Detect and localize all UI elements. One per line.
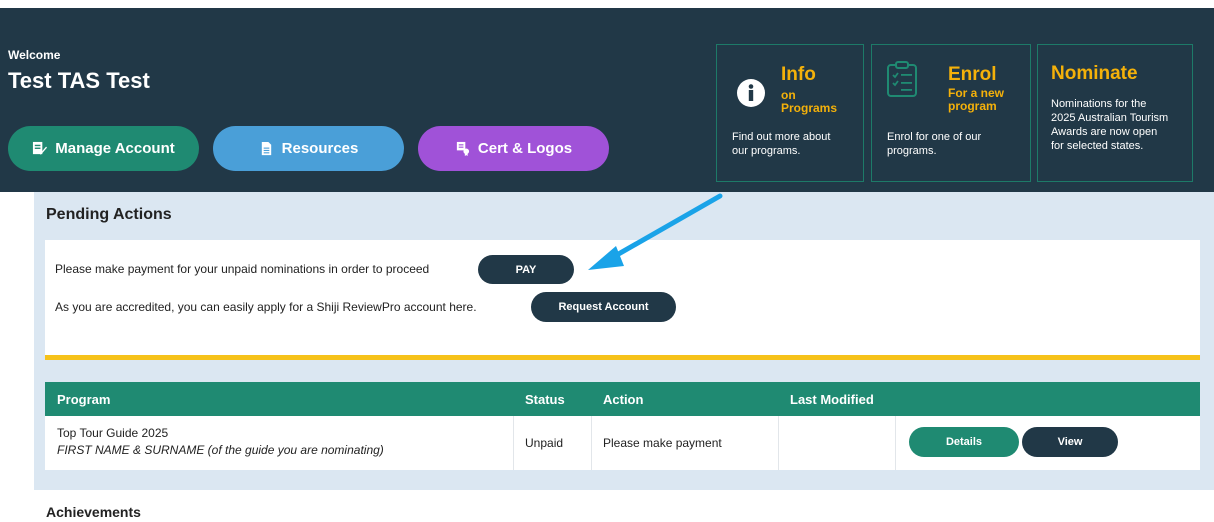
welcome-label: Welcome: [8, 48, 61, 62]
nominate-card[interactable]: Nominate Nominations for the 2025 Austra…: [1037, 44, 1193, 182]
enrol-card-desc-1: Enrol for one of our: [887, 131, 982, 143]
action-value: Please make payment: [603, 436, 722, 450]
payment-message: Please make payment for your unpaid nomi…: [55, 262, 430, 276]
cert-logos-button[interactable]: Cert & Logos: [418, 126, 609, 171]
cert-logos-label: Cert & Logos: [477, 140, 573, 157]
nominate-card-desc-3: Awards are now open: [1051, 126, 1158, 138]
cell-divider: [591, 416, 592, 470]
resources-label: Resources: [281, 140, 359, 157]
pending-actions-bar: [45, 355, 1200, 360]
manage-account-button[interactable]: Manage Account: [8, 126, 199, 171]
info-card[interactable]: Info on Programs Find out more about our…: [716, 44, 864, 182]
column-status: Status: [525, 392, 565, 407]
program-name: Top Tour Guide 2025: [57, 426, 169, 440]
edit-icon: [33, 141, 48, 155]
column-action: Action: [603, 392, 644, 407]
cell-divider: [895, 416, 896, 470]
info-card-subtitle-2: Programs: [781, 101, 838, 115]
document-icon: [261, 141, 271, 156]
manage-account-label: Manage Account: [55, 140, 175, 157]
annotation-arrow-icon: [588, 193, 723, 270]
nominate-card-title: Nominate: [1051, 63, 1138, 84]
user-name: Test TAS Test: [8, 68, 150, 93]
column-program: Program: [57, 392, 111, 407]
info-card-title: Info: [781, 64, 816, 85]
nominate-card-desc-1: Nominations for the: [1051, 98, 1147, 110]
pending-actions-title: Pending Actions: [46, 206, 172, 223]
enrol-card-subtitle-2: program: [948, 99, 997, 113]
top-strip: [0, 0, 1214, 8]
enrol-card-title: Enrol: [948, 64, 997, 85]
nominate-card-desc-2: 2025 Australian Tourism: [1051, 112, 1169, 124]
column-last-modified: Last Modified: [790, 392, 874, 407]
certificate-icon: [456, 141, 469, 156]
pay-button[interactable]: PAY: [478, 255, 574, 284]
clipboard-checklist-icon: [887, 61, 917, 97]
accredited-message: As you are accredited, you can easily ap…: [55, 300, 477, 314]
view-button[interactable]: View: [1022, 427, 1118, 457]
resources-button[interactable]: Resources: [213, 126, 404, 171]
info-card-desc-2: our programs.: [732, 145, 801, 157]
program-note: FIRST NAME & SURNAME (of the guide you a…: [57, 443, 384, 457]
cell-divider: [513, 416, 514, 470]
cell-divider: [778, 416, 779, 470]
enrol-card-desc-2: programs.: [887, 145, 937, 157]
nominate-card-desc-4: for selected states.: [1051, 140, 1144, 152]
info-card-desc-1: Find out more about: [732, 131, 831, 143]
table-row: Top Tour Guide 2025 FIRST NAME & SURNAME…: [45, 416, 1200, 470]
status-value: Unpaid: [525, 436, 564, 450]
request-account-button[interactable]: Request Account: [531, 292, 676, 322]
achievements-title: Achievements: [46, 504, 141, 520]
details-button[interactable]: Details: [909, 427, 1019, 457]
enrol-card[interactable]: Enrol For a new program Enrol for one of…: [871, 44, 1031, 182]
info-circle-icon: [737, 79, 765, 107]
nominations-table-header: Program Status Action Last Modified: [45, 382, 1200, 416]
